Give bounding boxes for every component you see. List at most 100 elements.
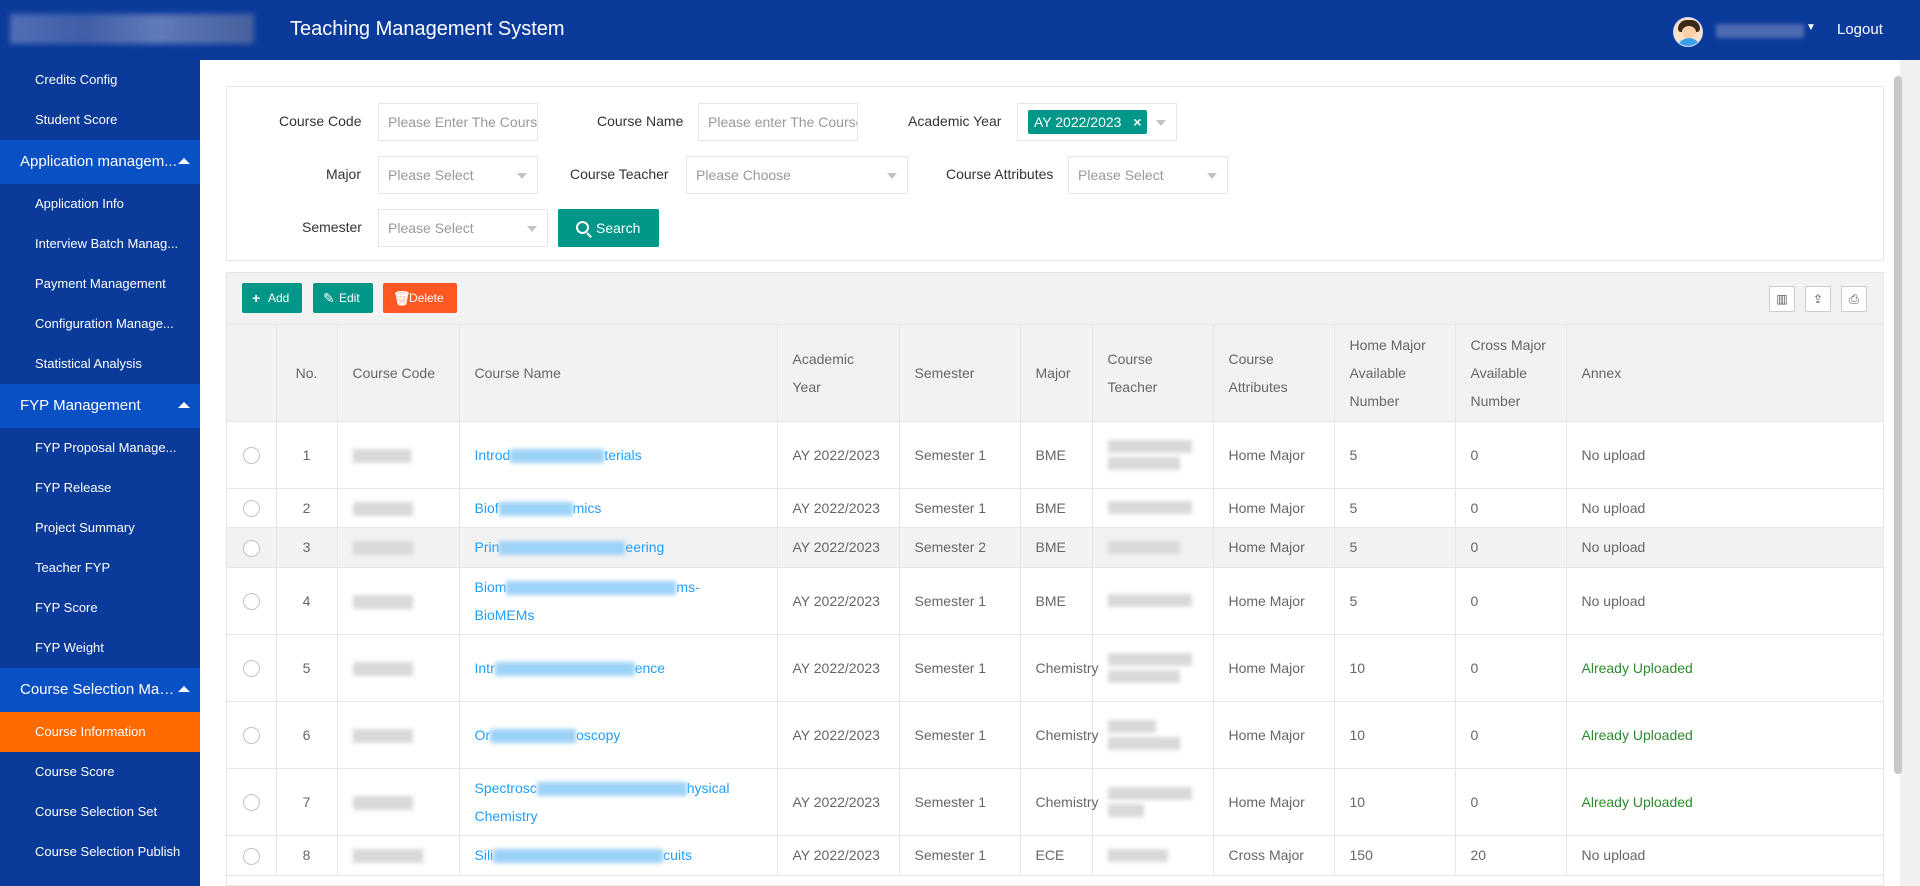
course-code-label: Course Code <box>279 113 362 129</box>
sidebar-item-application-info[interactable]: Application Info <box>0 184 200 224</box>
row-radio[interactable] <box>242 593 260 611</box>
close-icon[interactable]: × <box>1133 110 1141 134</box>
table-row[interactable]: 2 Biof mics AY 2022/2023 Semester 1 BME H… <box>227 488 1883 528</box>
sidebar-item-payment[interactable]: Payment Management <box>0 264 200 304</box>
table-row[interactable]: 8 Sili cuits AY 2022/2023 Semester 1 ECE … <box>227 835 1883 876</box>
row-academic-year: AY 2022/2023 <box>777 421 900 489</box>
columns-icon[interactable]: ▥ <box>1769 286 1795 312</box>
row-annex: No upload <box>1566 527 1883 568</box>
course-attributes-select[interactable]: Please Select <box>1068 156 1228 194</box>
major-label: Major <box>326 166 362 182</box>
academic-year-label: Academic Year <box>908 113 1002 129</box>
table-row[interactable]: 5 Intr ence AY 2022/2023 Semester 1 Chemi… <box>227 634 1883 702</box>
row-teacher <box>1092 527 1214 568</box>
row-major: Chemistry <box>1020 634 1099 702</box>
row-course-code <box>337 567 460 635</box>
semester-select[interactable]: Please Select <box>378 209 548 247</box>
teacher-placeholder: Please Choose <box>696 167 791 183</box>
row-course-name-link[interactable]: Or oscopy <box>459 701 778 769</box>
row-teacher <box>1092 567 1214 635</box>
print-icon[interactable]: ⎙ <box>1841 286 1867 312</box>
table-row[interactable]: 4 Biom ms- BioMEMs AY 2022/2023 Semester 1… <box>227 567 1883 635</box>
row-course-name-link[interactable]: Biof mics <box>459 488 778 528</box>
sidebar-item-fyp-weight[interactable]: FYP Weight <box>0 628 200 668</box>
export-icon[interactable]: ⇪ <box>1805 286 1831 312</box>
table-row[interactable]: 3 Prin eering AY 2022/2023 Semester 2 BME… <box>227 527 1883 568</box>
row-no: 3 <box>276 527 338 568</box>
row-academic-year: AY 2022/2023 <box>777 634 900 702</box>
row-course-code <box>337 634 460 702</box>
row-annex: No upload <box>1566 835 1883 876</box>
add-button[interactable]: + Add <box>242 283 302 313</box>
sidebar-item-statistical[interactable]: Statistical Analysis <box>0 344 200 384</box>
row-attributes: Home Major <box>1213 768 1335 836</box>
logout-link[interactable]: Logout <box>1837 21 1883 38</box>
row-radio[interactable] <box>242 660 260 678</box>
course-code-input[interactable]: Please Enter The Course Code <box>378 103 538 141</box>
header-cross-major: Cross Major Available Number <box>1455 325 1567 422</box>
row-course-code <box>337 421 460 489</box>
delete-button[interactable]: 🗑 Delete <box>383 283 457 313</box>
chip-label: AY 2022/2023 <box>1034 114 1122 130</box>
sidebar-item-teacher-fyp[interactable]: Teacher FYP <box>0 548 200 588</box>
row-attributes: Home Major <box>1213 527 1335 568</box>
sidebar-item-course-score[interactable]: Course Score <box>0 752 200 792</box>
row-no: 1 <box>276 421 338 489</box>
search-button[interactable]: Search <box>558 209 659 247</box>
row-radio[interactable] <box>242 500 260 518</box>
sidebar-item-fyp-proposal[interactable]: FYP Proposal Manage... <box>0 428 200 468</box>
row-course-name-link[interactable]: Prin eering <box>459 527 778 568</box>
row-radio[interactable] <box>242 539 260 557</box>
sidebar-item-configuration[interactable]: Configuration Manage... <box>0 304 200 344</box>
row-major: ECE <box>1020 835 1093 876</box>
caret-down-icon[interactable]: ▼ <box>1806 22 1816 33</box>
sidebar-item-project-summary[interactable]: Project Summary <box>0 508 200 548</box>
avatar[interactable] <box>1673 17 1703 47</box>
main-content: Course Code Please Enter The Course Code… <box>200 60 1900 886</box>
major-select[interactable]: Please Select <box>378 156 538 194</box>
filter-panel: Course Code Please Enter The Course Code… <box>226 86 1884 261</box>
sidebar-item-fyp-score[interactable]: FYP Score <box>0 588 200 628</box>
row-attributes: Home Major <box>1213 701 1335 769</box>
row-course-name-link[interactable]: Spectrosc hysical Chemistry <box>459 768 778 836</box>
row-cross-available: 0 <box>1455 567 1567 635</box>
row-radio[interactable] <box>242 794 260 812</box>
table-row[interactable]: 6 Or oscopy AY 2022/2023 Semester 1 Chemi… <box>227 701 1883 769</box>
sidebar-item-interview-batch[interactable]: Interview Batch Manag... <box>0 224 200 264</box>
course-name-input[interactable]: Please enter The Course Name <box>698 103 858 141</box>
sidebar-item-student-score[interactable]: Student Score <box>0 100 200 140</box>
sidebar-group-application[interactable]: Application managem... <box>0 140 200 184</box>
row-attributes: Home Major <box>1213 488 1335 528</box>
row-course-name-link[interactable]: Intr ence <box>459 634 778 702</box>
row-cross-available: 0 <box>1455 488 1567 528</box>
row-radio[interactable] <box>242 447 260 465</box>
row-radio[interactable] <box>242 847 260 865</box>
caret-up-icon <box>178 686 190 692</box>
row-course-name-link[interactable]: Introd terials <box>459 421 778 489</box>
header-annex: Annex <box>1566 325 1883 422</box>
row-course-name-link[interactable]: Biom ms- BioMEMs <box>459 567 778 635</box>
table-row[interactable]: 1 Introd terials AY 2022/2023 Semester 1 … <box>227 421 1883 489</box>
row-cross-available: 20 <box>1455 835 1567 876</box>
sidebar-item-credits-config[interactable]: Credits Config <box>0 60 200 100</box>
row-course-name-link[interactable]: Sili cuits <box>459 835 778 876</box>
row-annex: Already Uploaded <box>1566 768 1883 836</box>
row-home-available: 5 <box>1334 421 1456 489</box>
row-semester: Semester 1 <box>899 634 1021 702</box>
row-radio[interactable] <box>242 727 260 745</box>
table-row[interactable]: 7 Spectrosc hysical Chemistry AY 2022/2023… <box>227 768 1883 836</box>
sidebar-item-course-selection-set[interactable]: Course Selection Set <box>0 792 200 832</box>
sidebar-item-course-selection-publish[interactable]: Course Selection Publish <box>0 832 200 872</box>
sidebar-item-course-information[interactable]: Course Information <box>0 712 200 752</box>
academic-year-select[interactable]: AY 2022/2023 × <box>1017 103 1177 141</box>
sidebar-group-fyp[interactable]: FYP Management <box>0 384 200 428</box>
sidebar-group-course-selection[interactable]: Course Selection Man... <box>0 668 200 712</box>
sidebar-item-fyp-release[interactable]: FYP Release <box>0 468 200 508</box>
row-annex: No upload <box>1566 567 1883 635</box>
page-scrollbar[interactable] <box>1894 76 1902 774</box>
row-home-available: 10 <box>1334 701 1456 769</box>
course-teacher-select[interactable]: Please Choose <box>686 156 908 194</box>
row-no: 2 <box>276 488 338 528</box>
username[interactable] <box>1716 24 1804 38</box>
edit-button[interactable]: ✎ Edit <box>313 283 373 313</box>
